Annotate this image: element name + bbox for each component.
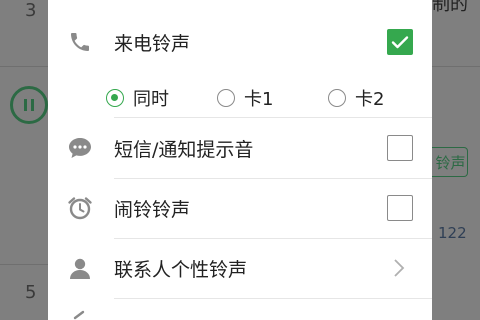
background-text: 制的: [432, 0, 468, 15]
option-label: 来电铃声: [114, 32, 191, 55]
radio-selected-icon: [106, 89, 124, 107]
option-label: 闹铃铃声: [114, 198, 191, 221]
option-incoming-call-ringtone[interactable]: 来电铃声: [48, 22, 432, 62]
option-label: 联系人个性铃声: [114, 258, 248, 281]
checkbox-unchecked[interactable]: [387, 135, 413, 161]
download-count: 122: [438, 224, 467, 242]
radio-unselected-icon: [328, 89, 346, 107]
option-partial-next[interactable]: [48, 308, 432, 320]
radio-label: 卡2: [355, 89, 385, 110]
chevron-right-icon: [392, 258, 406, 278]
checkbox-unchecked[interactable]: [387, 195, 413, 221]
alarm-clock-icon: [67, 195, 93, 221]
ringtone-type-dialog: 来电铃声 同时 卡1 卡2 短信/通知提示音 闹铃铃声 联系人个性铃声: [48, 0, 432, 320]
phone-icon: [67, 29, 93, 55]
radio-label: 卡1: [244, 89, 274, 110]
checkbox-checked[interactable]: [387, 29, 413, 55]
divider: [114, 117, 432, 118]
option-contact-ringtone[interactable]: 联系人个性铃声: [48, 248, 432, 288]
set-ringtone-button[interactable]: 铃声: [432, 147, 468, 177]
sim-selection-radio-group: 同时 卡1 卡2: [48, 80, 432, 110]
option-alarm-ringtone[interactable]: 闹铃铃声: [48, 188, 432, 228]
radio-label: 同时: [133, 89, 169, 110]
divider: [114, 238, 432, 239]
contact-person-icon: [67, 255, 93, 281]
divider: [114, 298, 432, 299]
list-item-number: 3: [25, 0, 37, 21]
message-icon: [67, 135, 93, 161]
checkmark-icon: [391, 36, 409, 49]
radio-option-sim1[interactable]: 卡1: [217, 85, 273, 111]
radio-option-both[interactable]: 同时: [106, 85, 169, 111]
divider: [0, 66, 48, 67]
pause-icon: [24, 99, 34, 111]
radio-unselected-icon: [217, 89, 235, 107]
radio-option-sim2[interactable]: 卡2: [328, 85, 384, 111]
pause-button[interactable]: [10, 86, 48, 124]
list-item-number: 5: [25, 282, 37, 303]
list-icon: [67, 308, 93, 320]
divider: [0, 264, 48, 265]
divider: [114, 178, 432, 179]
divider: [432, 66, 480, 67]
option-sms-notification-sound[interactable]: 短信/通知提示音: [48, 128, 432, 168]
option-label: 短信/通知提示音: [114, 138, 254, 161]
